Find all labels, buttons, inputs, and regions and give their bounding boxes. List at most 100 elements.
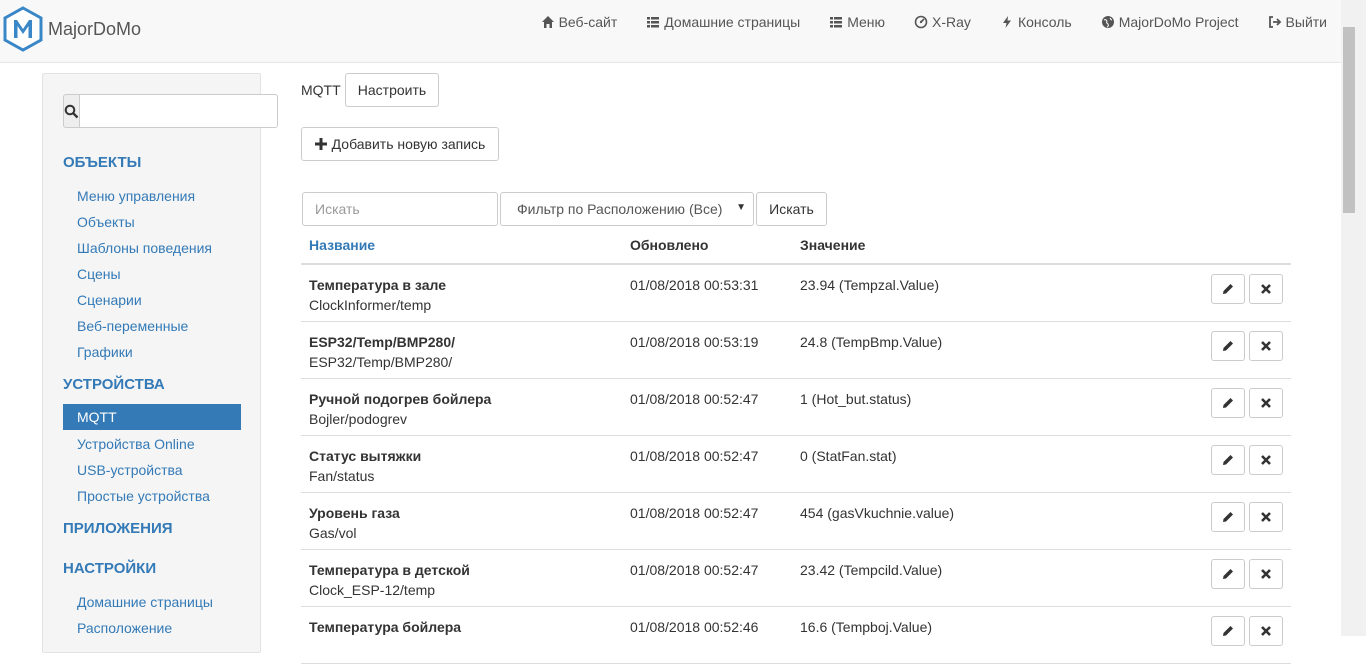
row-value: 454 (gasVkuchnie.value) [800, 505, 955, 521]
remove-icon [1261, 569, 1271, 579]
sidebar: ОБЪЕКТЫ Меню управления Объекты Шаблоны … [42, 73, 278, 653]
module-label: MQTT [301, 82, 341, 98]
edit-button[interactable] [1211, 445, 1245, 475]
table-row: Ручной подогрев бойлера Bojler/podogrev 01… [301, 379, 1291, 436]
brand-name: MajorDoMo [48, 18, 142, 39]
remove-icon [1261, 284, 1271, 294]
configure-button-label: Настроить [357, 82, 427, 98]
sidebar-search-input[interactable] [79, 94, 278, 128]
bolt-icon [1002, 16, 1011, 28]
brand[interactable]: MajorDoMo [3, 6, 141, 52]
remove-icon [1261, 626, 1271, 636]
row-updated: 01/08/2018 00:53:31 [630, 277, 759, 293]
table-row: Температура в детской Clock_ESP-12/temp 01… [301, 550, 1291, 607]
sidebar-item-charts[interactable]: Графики [77, 344, 133, 360]
row-value: 0 (StatFan.stat) [800, 448, 897, 464]
delete-button[interactable] [1249, 502, 1283, 532]
nav-home-pages[interactable]: Домашние страницы [646, 14, 800, 30]
sidebar-search-button[interactable] [63, 94, 79, 128]
plus-icon [314, 138, 327, 150]
sidebar-header-applications[interactable]: ПРИЛОЖЕНИЯ [63, 520, 173, 537]
sidebar-header-devices[interactable]: УСТРОЙСТВА [63, 376, 165, 393]
row-title: Температура в детской [309, 562, 470, 578]
sidebar-item-locations[interactable]: Расположение [77, 620, 172, 636]
sidebar-item-simple-devices[interactable]: Простые устройства [77, 488, 210, 504]
row-updated: 01/08/2018 00:52:47 [630, 562, 759, 578]
scrollbar-thumb[interactable] [1343, 27, 1355, 213]
edit-button[interactable] [1211, 331, 1245, 361]
row-topic: Fan/status [309, 468, 375, 484]
list-icon [830, 17, 843, 28]
delete-button[interactable] [1249, 331, 1283, 361]
filter-search-input[interactable] [302, 192, 498, 226]
list-icon [647, 17, 660, 28]
sidebar-item-objects[interactable]: Объекты [77, 214, 135, 230]
pencil-icon [1223, 512, 1233, 522]
row-title: ESP32/Temp/BMP280/ [309, 334, 456, 350]
row-updated: 01/08/2018 00:52:46 [630, 619, 759, 635]
table-row: Уровень газа Gas/vol 01/08/2018 00:52:47 45… [301, 493, 1291, 550]
majordomo-logo-icon [3, 6, 43, 52]
delete-button[interactable] [1249, 445, 1283, 475]
nav-website-label: Веб-сайт [558, 14, 618, 30]
dashboard-icon [914, 15, 928, 29]
edit-button[interactable] [1211, 559, 1245, 589]
row-title: Ручной подогрев бойлера [309, 391, 492, 407]
remove-icon [1261, 398, 1271, 408]
row-updated: 01/08/2018 00:52:47 [630, 505, 759, 521]
row-value: 16.6 (Tempboj.Value) [800, 619, 933, 635]
column-header-value: Значение [800, 237, 866, 253]
nav-menu[interactable]: Меню [829, 14, 885, 30]
delete-button[interactable] [1249, 274, 1283, 304]
row-title: Температура в зале [309, 277, 446, 293]
filter-search-button[interactable]: Искать [756, 192, 827, 226]
pencil-icon [1223, 626, 1233, 636]
nav-logout[interactable]: Выйти [1268, 14, 1327, 30]
edit-button[interactable] [1211, 388, 1245, 418]
edit-button[interactable] [1211, 616, 1245, 646]
row-topic: Clock_ESP-12/temp [309, 582, 436, 598]
sidebar-header-objects[interactable]: ОБЪЕКТЫ [63, 154, 141, 171]
sidebar-item-scripts[interactable]: Сценарии [77, 292, 142, 308]
remove-icon [1261, 512, 1271, 522]
sidebar-item-home-pages[interactable]: Домашние страницы [77, 594, 213, 610]
sidebar-item-scenes[interactable]: Сцены [77, 266, 121, 282]
filter-search-button-label: Искать [769, 201, 814, 217]
pencil-icon [1223, 455, 1233, 465]
nav-xray[interactable]: X-Ray [914, 14, 971, 30]
row-updated: 01/08/2018 00:52:47 [630, 448, 759, 464]
sidebar-item-web-variables[interactable]: Веб-переменные [77, 318, 188, 334]
add-record-button[interactable]: Добавить новую запись [301, 127, 499, 161]
location-filter-select[interactable]: Фильтр по Расположению (Все) ▼ [500, 192, 754, 226]
nav-majordomo-project-label: MajorDoMo Project [1118, 14, 1239, 30]
row-value: 24.8 (TempBmp.Value) [800, 334, 943, 350]
sidebar-item-usb-devices[interactable]: USB-устройства [77, 462, 183, 478]
sidebar-item-control-menu[interactable]: Меню управления [77, 188, 195, 204]
row-title: Статус вытяжки [309, 448, 422, 464]
logout-icon [1268, 16, 1281, 28]
nav-console-label: Консоль [1017, 14, 1072, 30]
delete-button[interactable] [1249, 388, 1283, 418]
column-header-name[interactable]: Название [309, 237, 375, 253]
row-updated: 01/08/2018 00:52:47 [630, 391, 759, 407]
add-record-button-label: Добавить новую запись [331, 136, 486, 152]
nav-majordomo-project[interactable]: MajorDoMo Project [1101, 14, 1239, 30]
pencil-icon [1223, 398, 1233, 408]
row-updated: 01/08/2018 00:53:19 [630, 334, 759, 350]
pencil-icon [1223, 341, 1233, 351]
edit-button[interactable] [1211, 502, 1245, 532]
location-filter-value: Фильтр по Расположению (Все) [517, 201, 723, 217]
dropdown-caret-icon: ▼ [736, 202, 746, 213]
sidebar-header-settings[interactable]: НАСТРОЙКИ [63, 560, 156, 577]
delete-button[interactable] [1249, 616, 1283, 646]
sidebar-item-behavior-templates[interactable]: Шаблоны поведения [77, 240, 212, 256]
sidebar-item-mqtt[interactable]: MQTT [63, 404, 241, 430]
nav-console[interactable]: Консоль [1000, 14, 1072, 30]
row-value: 1 (Hot_but.status) [800, 391, 912, 407]
edit-button[interactable] [1211, 274, 1245, 304]
nav-menu-label: Меню [847, 14, 886, 30]
nav-website[interactable]: Веб-сайт [541, 14, 618, 30]
configure-button[interactable]: Настроить [345, 73, 439, 107]
sidebar-item-devices-online[interactable]: Устройства Online [77, 436, 195, 452]
delete-button[interactable] [1249, 559, 1283, 589]
